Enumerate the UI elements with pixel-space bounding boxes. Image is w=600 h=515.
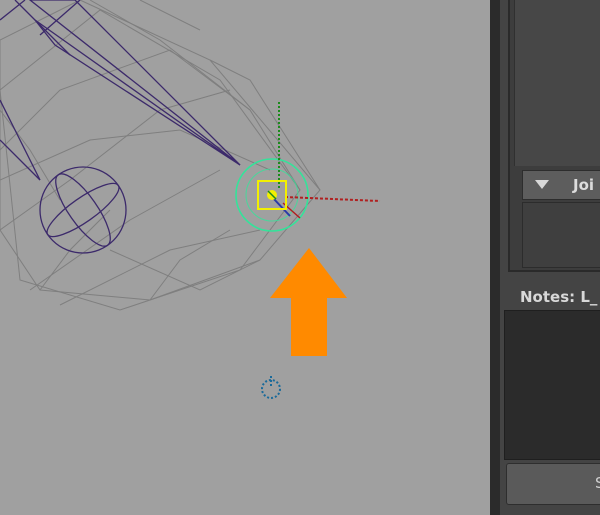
orange-arrow-up-icon — [270, 248, 347, 356]
attribute-editor-panel: Joi Notes: L_ S — [500, 0, 600, 515]
joint-section-header[interactable]: Joi — [522, 170, 600, 200]
3d-viewport[interactable] — [0, 0, 490, 515]
viewport-scene — [0, 0, 381, 399]
attribute-frame-content — [514, 0, 600, 166]
joint-bones — [0, 0, 241, 181]
pivot-marker-icon[interactable] — [261, 376, 281, 399]
select-button[interactable]: S — [506, 463, 600, 505]
panel-splitter[interactable] — [490, 0, 500, 515]
notes-label: Notes: L_ — [520, 288, 598, 306]
notes-textarea[interactable] — [504, 310, 600, 460]
wireframe-mesh — [0, 0, 321, 311]
app-window: Joi Notes: L_ S — [0, 0, 600, 515]
joint-sphere — [39, 166, 127, 254]
collapse-triangle-icon[interactable] — [535, 180, 549, 189]
joint-section-body — [522, 202, 600, 268]
select-button-label: S — [595, 474, 600, 492]
joint-section-label: Joi — [573, 176, 595, 194]
